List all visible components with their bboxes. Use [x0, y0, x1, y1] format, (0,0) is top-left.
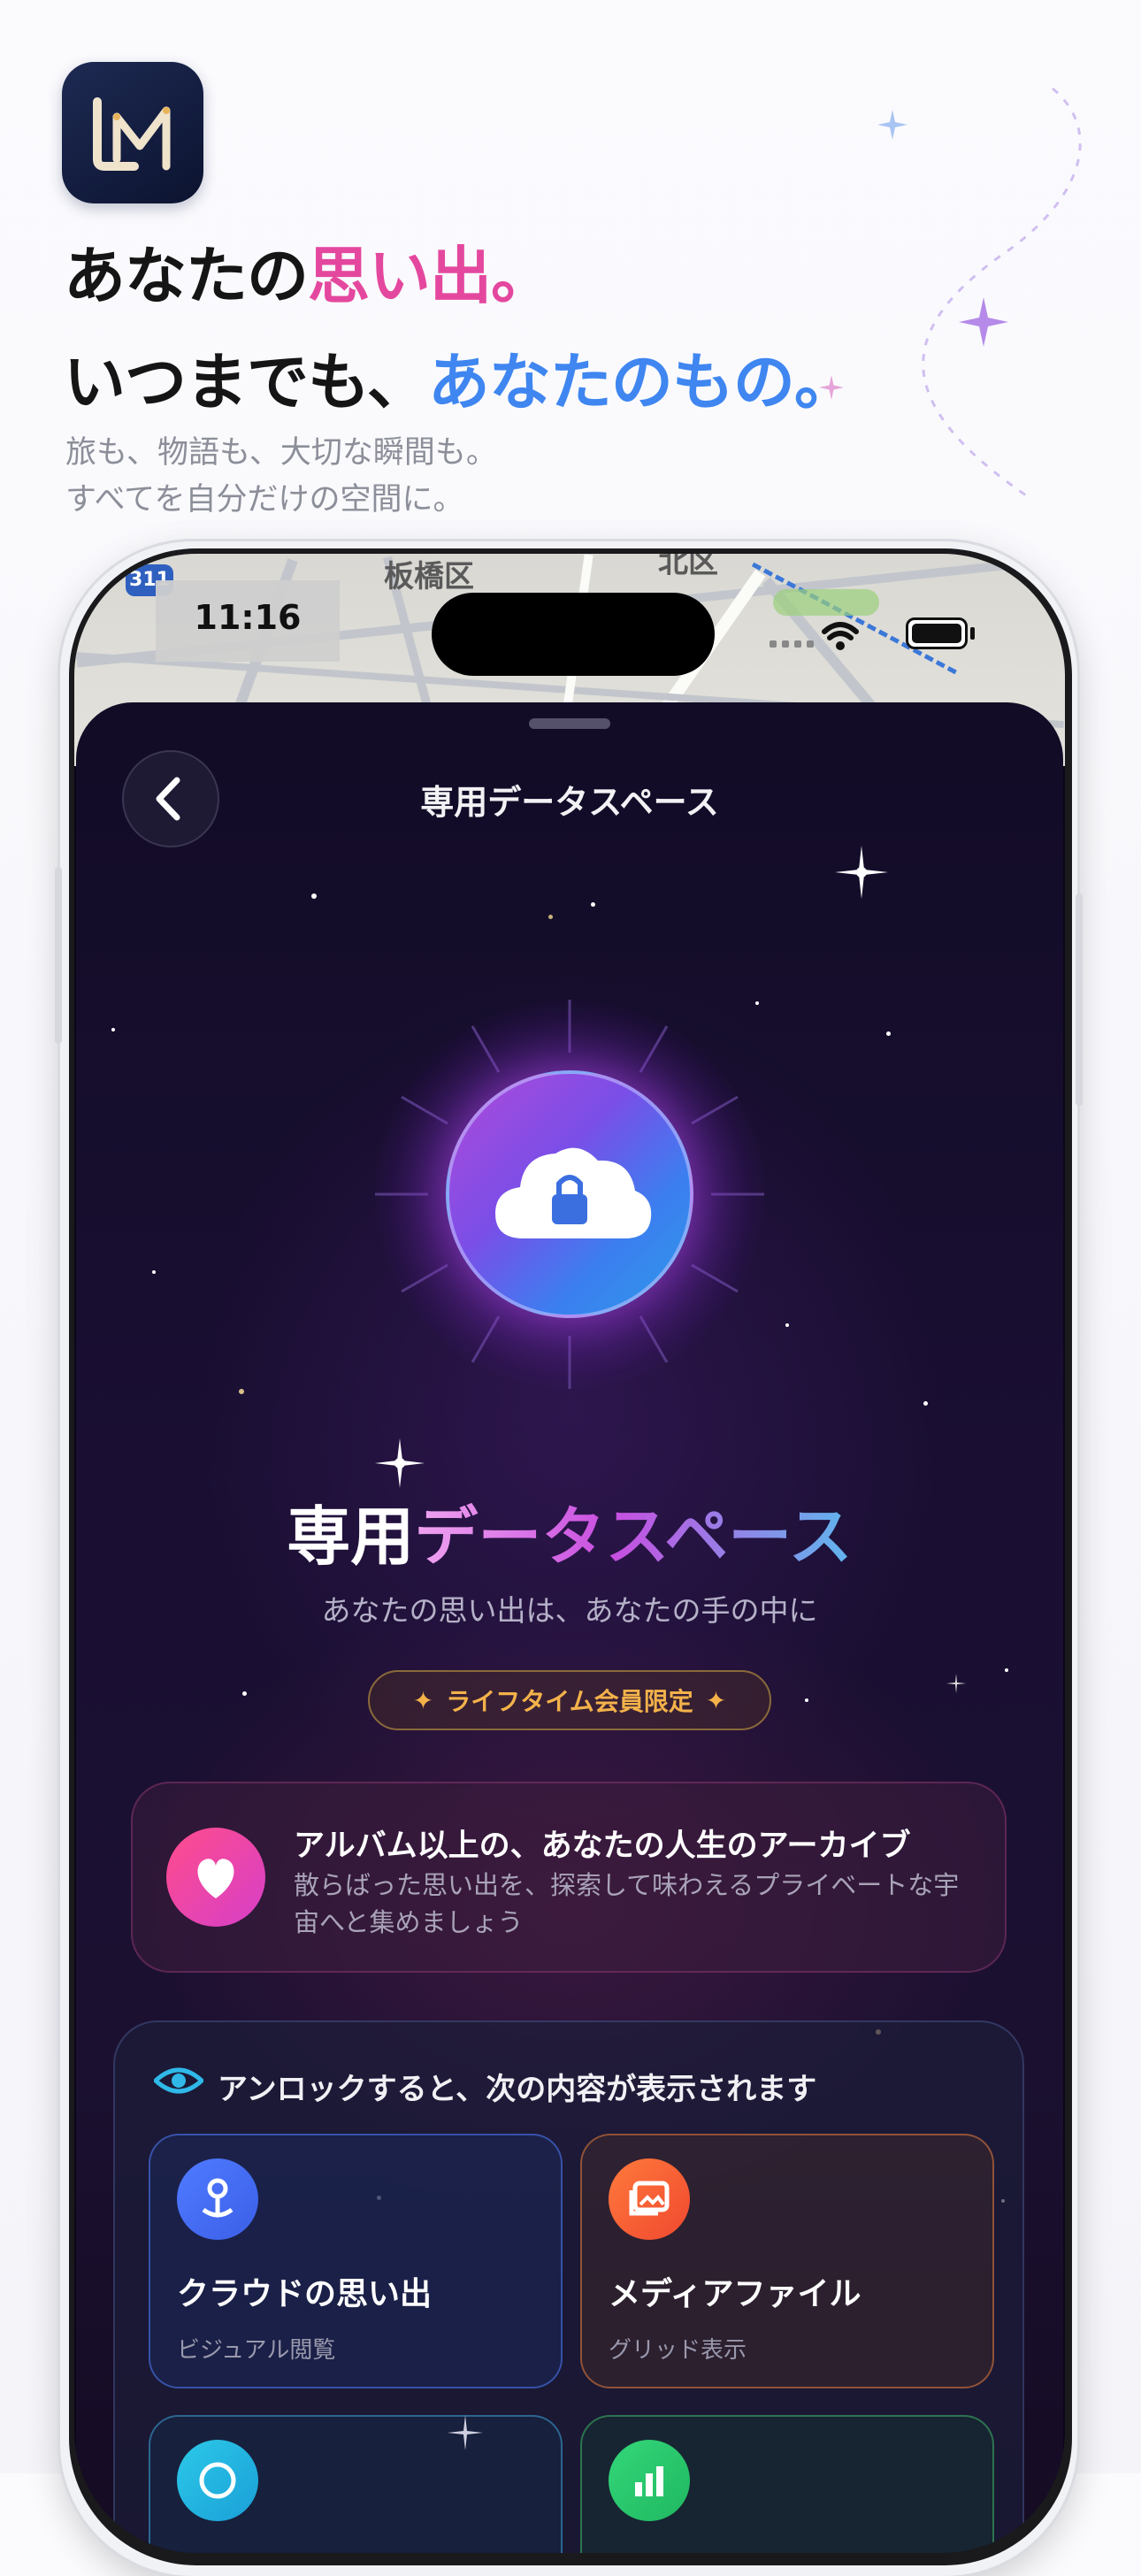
star [923, 1401, 928, 1406]
feature-card-cloud-memories[interactable]: クラウドの思い出 ビジュアル閲覧 [149, 2134, 563, 2388]
star [805, 1698, 808, 1702]
star [239, 1389, 244, 1394]
wifi-icon [822, 622, 859, 650]
phone-screen: 板橋区 北区 311 11:16 専用データスペース 専用データスペース あなた… [74, 554, 1065, 2553]
archive-description: 散らばった思い出を、探索して味わえるプライベートな宇宙へと集めましょう [294, 1870, 960, 1937]
headline-line2-highlight: あなたのもの。 [427, 346, 856, 418]
star [152, 1270, 156, 1274]
sparkle-star [946, 1674, 966, 1693]
sheet-grabber[interactable] [529, 718, 610, 729]
photos-badge [609, 2158, 690, 2240]
map-pin-badge [177, 2158, 258, 2240]
hero-title: 専用データスペース [74, 1484, 1065, 1577]
star [785, 1323, 789, 1327]
star [242, 1691, 247, 1696]
map-label: 北区 [658, 554, 718, 580]
feature-card-4[interactable] [580, 2415, 994, 2553]
phone-side-button [1076, 893, 1083, 1106]
star [886, 1031, 891, 1036]
sparkle-icon [877, 110, 907, 140]
sparkles-icon: ✦ [705, 1685, 727, 1715]
dynamic-island [432, 593, 715, 676]
status-icons [770, 622, 859, 650]
map-label: 板橋区 [384, 559, 474, 594]
sheet-title: 専用データスペース [420, 783, 719, 822]
eye-icon [154, 2067, 203, 2094]
hero-subtitle: あなたの思い出は、あなたの手の中に [321, 1593, 818, 1628]
unlock-title: アンロックすると、次の内容が表示されます [218, 2072, 817, 2107]
sparkle-star [835, 846, 888, 899]
star [311, 893, 317, 899]
feature-subtitle: ビジュアル閲覧 [177, 2337, 336, 2364]
feature-card-3[interactable] [149, 2415, 563, 2553]
star [591, 902, 595, 907]
battery-icon [906, 617, 968, 649]
sparkle-star [448, 2415, 483, 2450]
sparkle-icon [819, 375, 844, 400]
badge-text: ライフタイム会員限定 [446, 1687, 693, 1716]
globe-badge [177, 2440, 258, 2521]
hero-title-part1: 専用 [287, 1499, 415, 1574]
app-icon [62, 62, 203, 203]
chart-badge [609, 2440, 690, 2521]
sparkle-star [375, 1438, 425, 1488]
decorative-path [922, 87, 1082, 497]
subline-1: 旅も、物語も、大切な瞬間も。 [65, 435, 497, 471]
lifetime-badge: ✦ ライフタイム会員限定 ✦ [368, 1670, 771, 1730]
cloud-lock-icon [495, 1147, 652, 1238]
subline: 旅も、物語も、大切な瞬間も。 すべてを自分だけの空間に。 [65, 430, 497, 524]
star [548, 915, 553, 919]
hero-title-part2: データスペース [414, 1499, 853, 1574]
heart-icon [197, 1859, 234, 1898]
sparkle-icon [959, 297, 1008, 347]
chart-icon [635, 2466, 663, 2496]
headline: あなたの思い出。 いつまでも、あなたのもの。 [64, 237, 856, 421]
battery-tip [970, 627, 975, 640]
star [111, 1028, 115, 1031]
feature-subtitle: グリッド表示 [609, 2337, 747, 2364]
map-pin-icon [202, 2178, 234, 2218]
star [1005, 1668, 1008, 1672]
headline-line1-highlight: 思い出。 [308, 240, 553, 312]
phone-side-button [55, 867, 62, 1044]
status-time: 11:16 [194, 598, 302, 637]
signal-icon [770, 640, 814, 648]
lm-logo-icon [93, 97, 171, 171]
headline-line2-prefix: いつまでも、 [64, 346, 429, 418]
archive-title: アルバム以上の、あなたの人生のアーカイブ [294, 1828, 911, 1864]
feature-title: メディアファイル [609, 2276, 861, 2312]
headline-line1-prefix: あなたの [64, 240, 309, 312]
sparkles-icon: ✦ [412, 1685, 434, 1715]
subline-2: すべてを自分だけの空間に。 [65, 482, 464, 518]
cloud-lock-orb [446, 1070, 693, 1318]
feature-title: クラウドの思い出 [177, 2276, 433, 2312]
feature-card-media-files[interactable]: メディアファイル グリッド表示 [580, 2134, 994, 2388]
photos-icon [629, 2181, 670, 2216]
globe-icon [199, 2462, 236, 2499]
heart-badge [166, 1828, 265, 1927]
